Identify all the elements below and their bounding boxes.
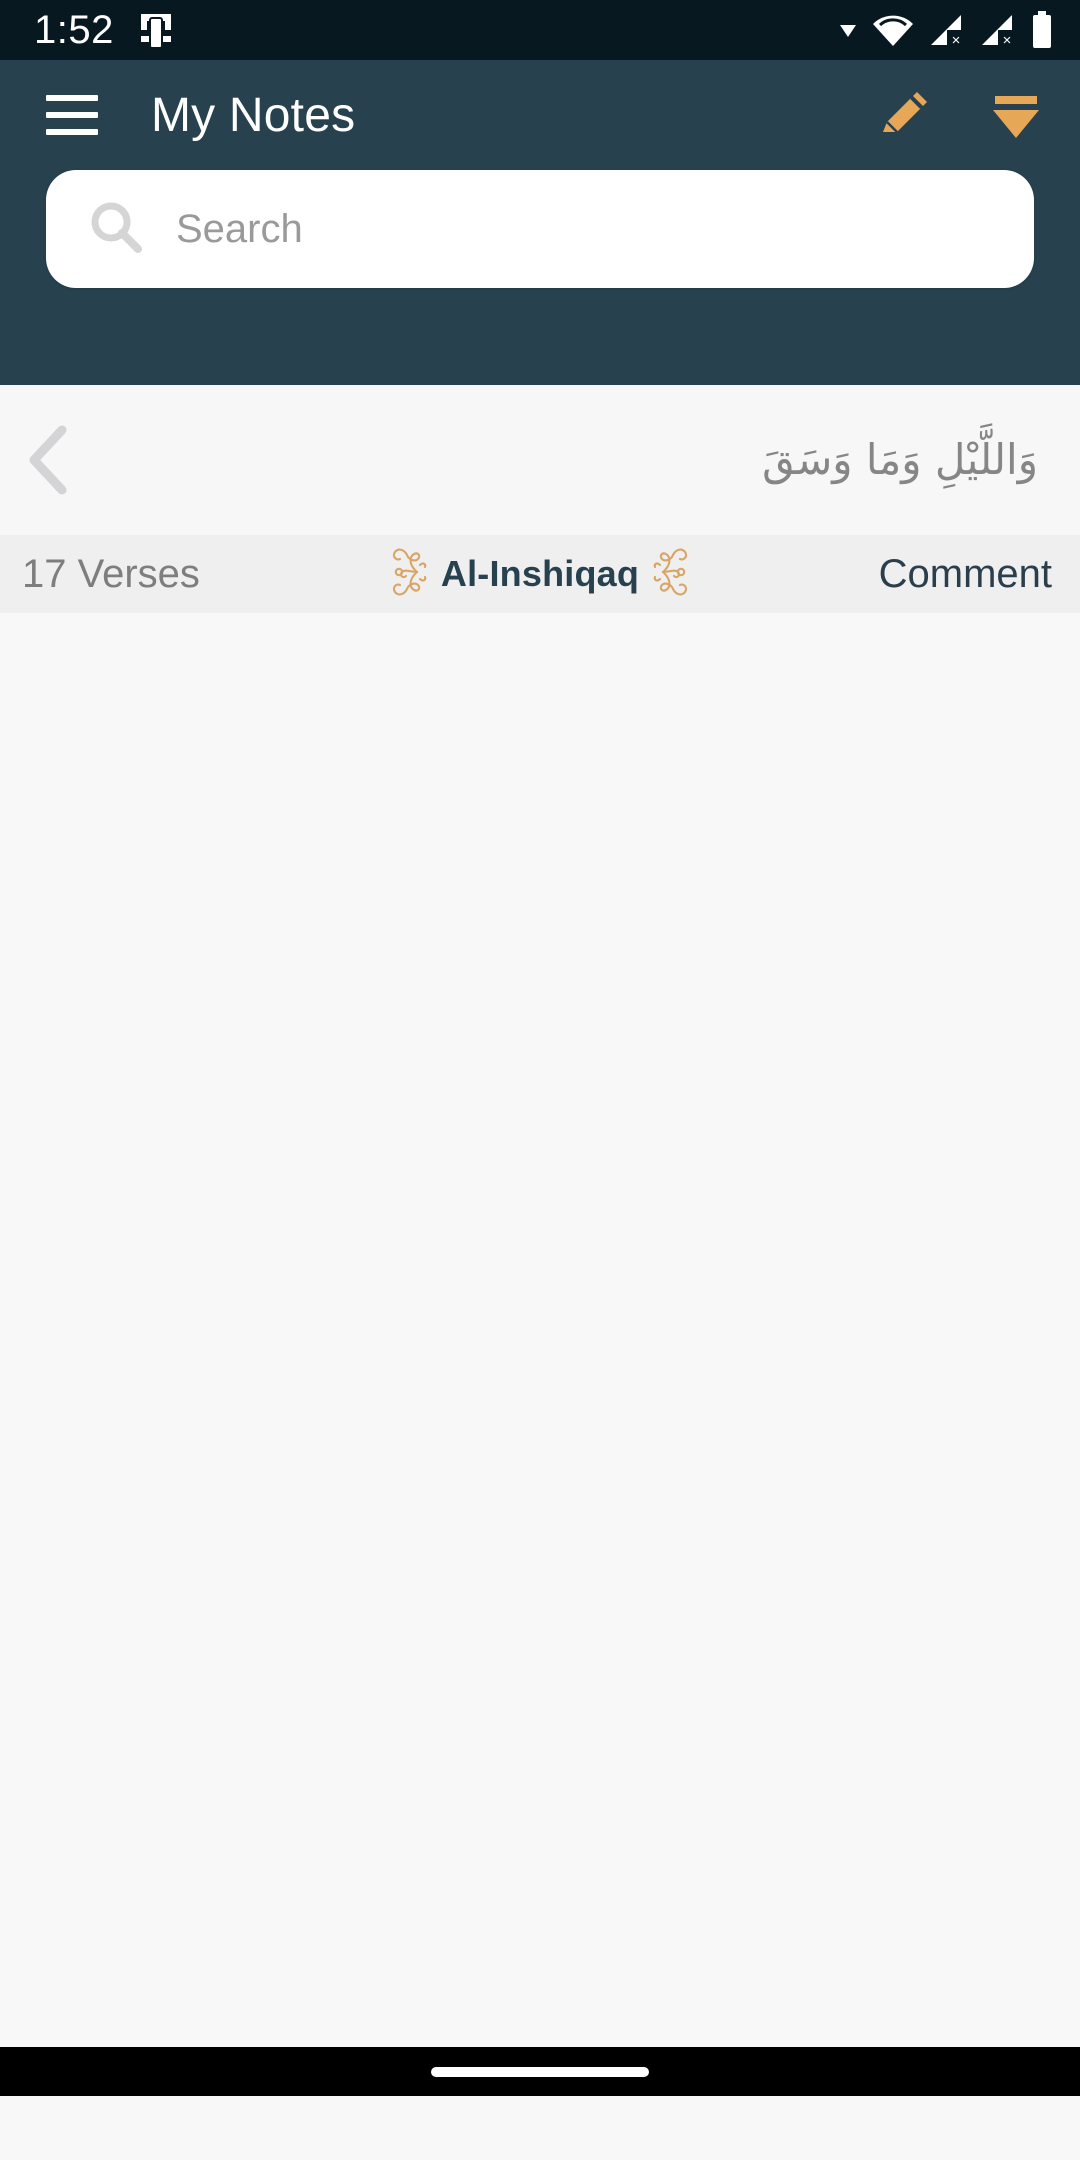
home-gesture-pill[interactable] [431,2066,649,2077]
surah-info-bar: 17 Verses Al-Inshiqaq Comment [0,535,1080,613]
verse-count-label: 17 Verses [22,551,200,596]
status-bar: 1:52 × × [0,0,1080,60]
search-bar[interactable] [46,170,1034,288]
toolbar-actions [874,85,1046,145]
search-input[interactable] [176,170,994,288]
battery-full-icon [1030,10,1054,50]
search-container [0,170,1080,288]
floral-ornament-icon [653,541,693,608]
chevron-left-icon[interactable] [22,420,82,500]
system-navigation-bar [0,2047,1080,2096]
status-bar-right-icons: × × [838,10,1054,50]
signal-no-sim-icon: × [979,12,1017,48]
search-magnifier-icon [86,197,146,262]
caret-down-icon [838,20,858,40]
arabic-verse-text: وَاللَّيْلِ وَمَا وَسَقَ [762,434,1038,484]
svg-text:×: × [952,32,961,48]
toolbar-top-row: My Notes [0,60,1080,170]
notes-list-empty-area [0,613,1080,2047]
svg-text:×: × [1003,32,1012,48]
app-toolbar: My Notes [0,60,1080,385]
filter-funnel-icon[interactable] [986,85,1046,145]
status-bar-clock: 1:52 [34,8,114,52]
wifi-icon [871,12,915,48]
pencil-edit-icon[interactable] [874,85,934,145]
status-bar-left-icons [138,10,174,50]
screen-cast-icon [138,10,174,50]
comment-link[interactable]: Comment [879,552,1052,597]
surah-name-label: Al-Inshiqaq [440,553,640,594]
hamburger-menu-icon[interactable] [46,95,98,135]
floral-ornament-icon [387,541,427,608]
verse-preview-row: وَاللَّيْلِ وَمَا وَسَقَ [0,385,1080,535]
page-title: My Notes [151,88,356,142]
signal-no-sim-icon: × [928,12,966,48]
